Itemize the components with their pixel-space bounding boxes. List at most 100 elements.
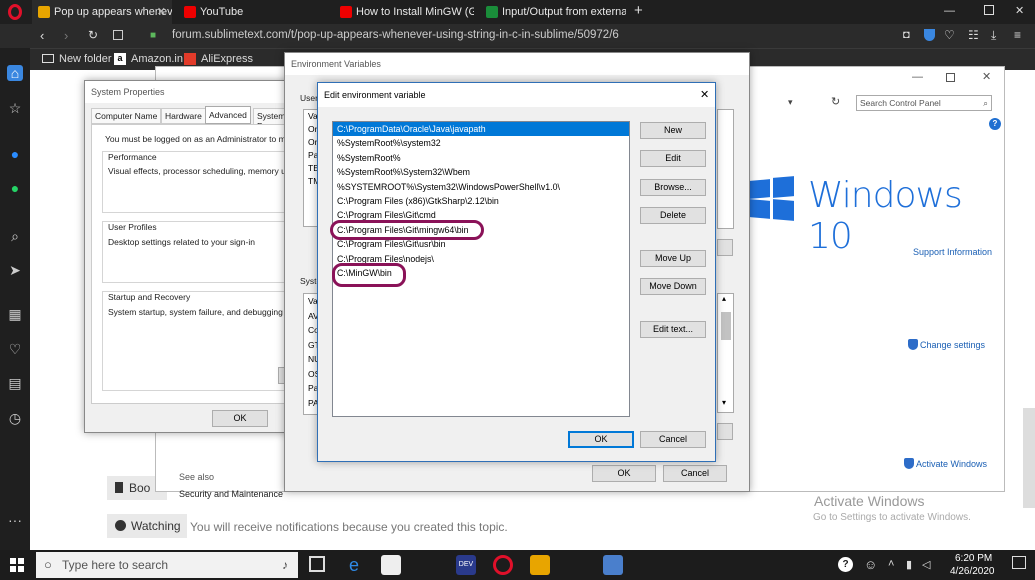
- opera-logo-icon[interactable]: [8, 4, 22, 20]
- sp-ok-button[interactable]: OK: [212, 410, 268, 427]
- watching-button[interactable]: Watching: [107, 514, 187, 538]
- bookmark-new-folder[interactable]: New folder: [59, 53, 112, 65]
- clock-date[interactable]: 4/26/2020: [950, 566, 995, 577]
- new-button[interactable]: New: [640, 122, 706, 139]
- path-entry[interactable]: %SystemRoot%\System32\Wbem: [333, 165, 629, 179]
- tab-3[interactable]: Input/Output from externa: [480, 0, 626, 24]
- activate-windows-link[interactable]: Activate Windows: [916, 459, 987, 469]
- grid-icon[interactable]: ▦: [7, 306, 23, 322]
- heart-icon[interactable]: ♡: [944, 28, 955, 42]
- network-icon[interactable]: ▮: [906, 558, 912, 571]
- env-ok-button[interactable]: OK: [592, 465, 656, 482]
- support-information-link[interactable]: Support Information: [913, 247, 992, 257]
- cp-search-input[interactable]: Search Control Panel ⌕: [856, 95, 992, 111]
- edit-text-button[interactable]: Edit text...: [640, 321, 706, 338]
- move-down-button[interactable]: Move Down: [640, 278, 706, 295]
- cp-maximize-icon[interactable]: [946, 73, 955, 82]
- move-up-button[interactable]: Move Up: [640, 250, 706, 267]
- tab-hardware[interactable]: Hardware: [161, 108, 206, 124]
- scroll-thumb[interactable]: [721, 312, 731, 340]
- user-vars-delete-button[interactable]: [717, 239, 733, 256]
- heart-icon[interactable]: ♡: [7, 341, 23, 357]
- browse-button[interactable]: Browse...: [640, 179, 706, 196]
- history-icon[interactable]: ◷: [7, 410, 23, 426]
- security-maintenance-link[interactable]: Security and Maintenance: [179, 489, 283, 499]
- start-windows-icon[interactable]: [10, 558, 24, 572]
- bookmark-aliexpress[interactable]: AliExpress: [201, 53, 253, 65]
- adblock-icon[interactable]: [924, 29, 935, 41]
- camera-icon[interactable]: ◘: [903, 29, 910, 41]
- settings-icon[interactable]: ☷: [968, 28, 979, 42]
- clock-time[interactable]: 6:20 PM: [955, 553, 992, 564]
- browser-tab-bar: Pop up appears whenever ✕ YouTube How to…: [0, 0, 1035, 24]
- edit-env-close-button[interactable]: ✕: [700, 88, 709, 101]
- sublime-icon[interactable]: [530, 555, 550, 575]
- task-view-icon[interactable]: [309, 556, 325, 572]
- news-icon[interactable]: ▤: [7, 375, 23, 391]
- download-icon[interactable]: ⤓: [991, 28, 996, 43]
- user-tray-icon[interactable]: ☺: [864, 557, 877, 572]
- edge-icon[interactable]: e: [344, 555, 364, 575]
- cp-refresh-icon[interactable]: ↻: [831, 95, 840, 108]
- folder-icon: [42, 54, 54, 63]
- messenger-icon[interactable]: ●: [7, 146, 23, 162]
- reload-icon[interactable]: ↻: [88, 28, 98, 42]
- help-icon[interactable]: ?: [989, 118, 1001, 130]
- edit-env-ok-button[interactable]: OK: [568, 431, 634, 448]
- tab-0[interactable]: Pop up appears whenever ✕: [32, 0, 172, 24]
- send-icon[interactable]: ➤: [7, 262, 23, 278]
- path-entry[interactable]: C:\ProgramData\Oracle\Java\javapath: [333, 122, 629, 137]
- tray-chevron-icon[interactable]: ˄: [888, 558, 894, 570]
- path-entry[interactable]: C:\Program Files (x86)\GtkSharp\2.12\bin: [333, 194, 629, 208]
- opera-icon[interactable]: [493, 555, 513, 575]
- cp-close-icon[interactable]: ✕: [982, 70, 991, 83]
- startup-title: Startup and Recovery: [108, 292, 191, 302]
- scroll-down-icon[interactable]: ▾: [722, 398, 726, 407]
- env-cancel-button[interactable]: Cancel: [663, 465, 727, 482]
- change-settings-link[interactable]: Change settings: [920, 340, 985, 350]
- system-vars-delete-button[interactable]: [717, 423, 733, 440]
- bookmark-amazon[interactable]: Amazon.in: [131, 53, 183, 65]
- url-field[interactable]: forum.sublimetext.com/t/pop-up-appears-w…: [172, 29, 619, 41]
- path-entry[interactable]: %SystemRoot%\system32: [333, 136, 629, 150]
- close-window-icon[interactable]: ✕: [1015, 4, 1024, 17]
- volume-icon[interactable]: ◁: [922, 558, 930, 571]
- close-tab-icon[interactable]: ✕: [157, 0, 166, 24]
- tab-2[interactable]: How to Install MinGW (GCC: [334, 0, 474, 24]
- tabs-grid-icon[interactable]: [113, 30, 123, 40]
- devcpp-icon[interactable]: DEV: [456, 555, 476, 575]
- back-icon[interactable]: ‹: [40, 28, 44, 43]
- edit-button[interactable]: Edit: [640, 150, 706, 167]
- maximize-icon[interactable]: [984, 5, 994, 15]
- edit-env-cancel-button[interactable]: Cancel: [640, 431, 706, 448]
- whatsapp-icon[interactable]: ●: [7, 180, 23, 196]
- star-icon[interactable]: ☆: [7, 100, 23, 116]
- home-icon[interactable]: ⌂: [7, 65, 23, 81]
- control-panel-icon[interactable]: [603, 555, 623, 575]
- help-tray-icon[interactable]: ?: [838, 557, 853, 572]
- more-icon[interactable]: ···: [7, 512, 23, 528]
- page-scrollbar[interactable]: [1023, 408, 1035, 508]
- path-entry[interactable]: %SystemRoot%: [333, 151, 629, 165]
- activate-watermark-sub: Go to Settings to activate Windows.: [813, 512, 971, 523]
- shield-icon: [908, 339, 918, 350]
- microphone-icon[interactable]: ♪: [282, 552, 288, 578]
- system-vars-scrollbar[interactable]: ▴ ▾: [717, 293, 734, 413]
- cp-minimize-icon[interactable]: —: [912, 71, 923, 83]
- tab-advanced[interactable]: Advanced: [205, 106, 251, 124]
- cp-nav-down-icon[interactable]: ▾: [788, 97, 793, 108]
- forward-icon[interactable]: ›: [64, 28, 68, 43]
- sublime-favicon-icon: [38, 6, 50, 18]
- notifications-icon[interactable]: [1012, 556, 1026, 569]
- tab-1[interactable]: YouTube: [178, 0, 328, 24]
- new-tab-button[interactable]: +: [634, 2, 643, 19]
- path-entry[interactable]: %SYSTEMROOT%\System32\WindowsPowerShell\…: [333, 180, 629, 194]
- store-icon[interactable]: [381, 555, 401, 575]
- delete-button[interactable]: Delete: [640, 207, 706, 224]
- menu-icon[interactable]: ≡: [1014, 28, 1021, 42]
- taskbar-search-input[interactable]: ○ Type here to search ♪: [36, 552, 298, 578]
- scroll-up-icon[interactable]: ▴: [722, 294, 726, 303]
- tab-computer-name[interactable]: Computer Name: [91, 108, 162, 124]
- search-icon[interactable]: ⌕: [7, 228, 23, 244]
- minimize-icon[interactable]: —: [944, 5, 955, 17]
